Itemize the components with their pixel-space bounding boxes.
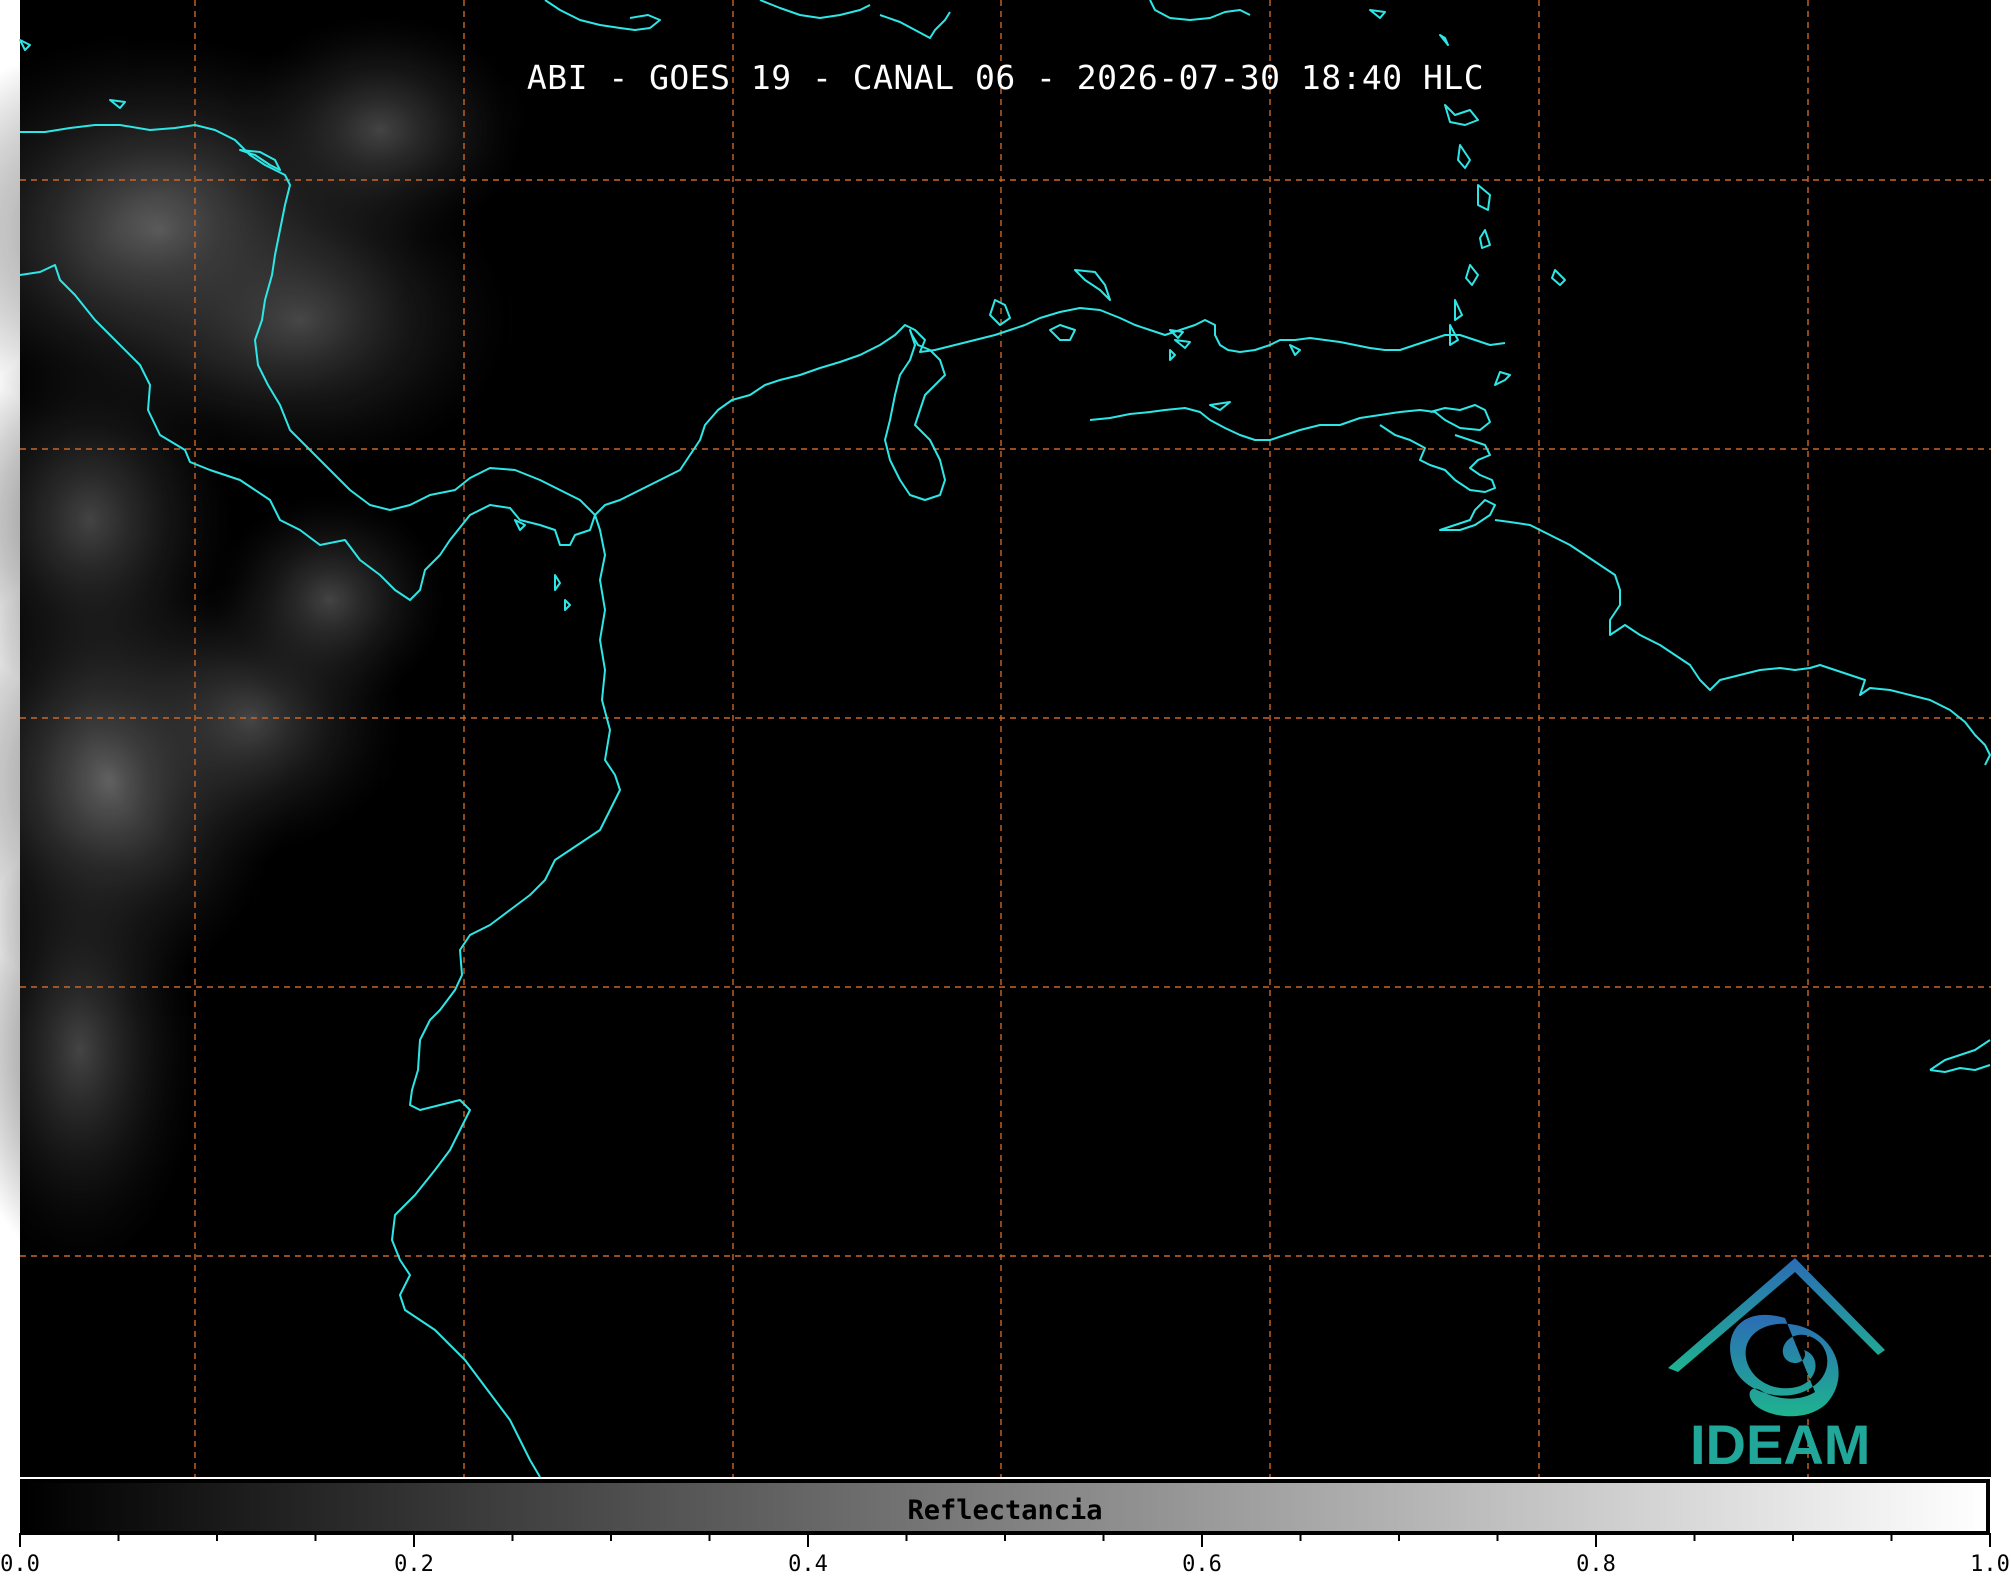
colorbar-tick-label: 0.6 bbox=[1182, 1552, 1222, 1577]
colorbar-tick-label: 0.8 bbox=[1576, 1552, 1616, 1577]
colorbar-tick-label: 1.0 bbox=[1970, 1552, 2010, 1577]
ideam-logo-text: IDEAM bbox=[1690, 1413, 1871, 1476]
satellite-image bbox=[0, 0, 1991, 1547]
colorbar-ticks bbox=[19, 1533, 1991, 1547]
colorbar-tick-label: 0.4 bbox=[788, 1552, 828, 1577]
colorbar-label: Reflectancia bbox=[907, 1495, 1103, 1526]
map-title: ABI - GOES 19 - CANAL 06 - 2026-07-30 18… bbox=[526, 58, 1485, 97]
colorbar-tick-label: 0.2 bbox=[394, 1552, 434, 1577]
satellite-map-page: { "title": "ABI - GOES 19 - CANAL 06 - 2… bbox=[0, 0, 2011, 1577]
colorbar-tick-label: 0.0 bbox=[0, 1552, 40, 1577]
reflectance-colorbar: Reflectancia bbox=[20, 1479, 1990, 1535]
